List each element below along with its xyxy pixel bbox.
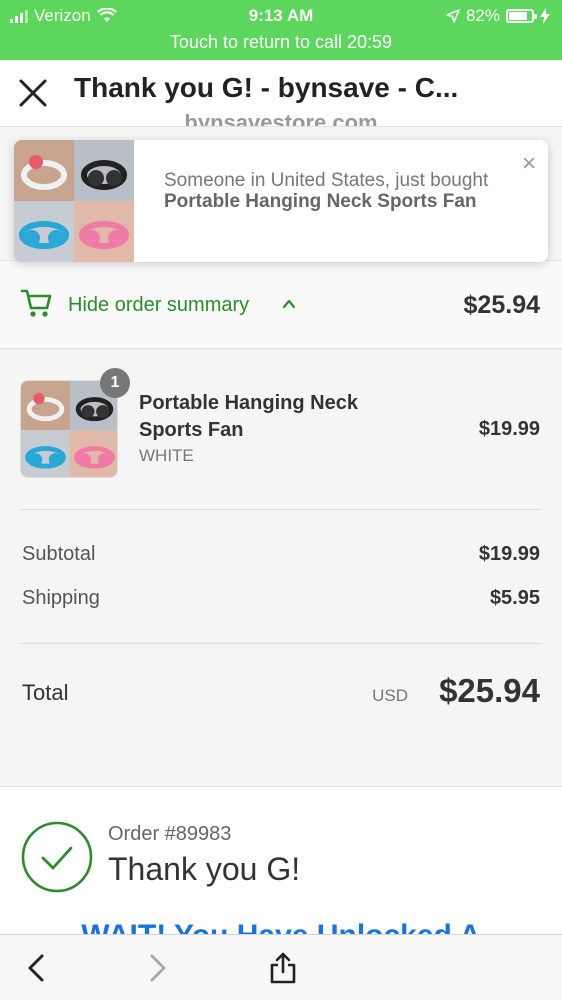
divider xyxy=(20,509,542,510)
summary-total: $25.94 xyxy=(463,291,540,319)
status-bar[interactable]: Verizon 9:13 AM 82% Touch to return to c… xyxy=(0,0,562,60)
quantity-badge: 1 xyxy=(100,368,130,398)
status-row: Verizon 9:13 AM 82% xyxy=(0,4,562,28)
location-arrow-icon xyxy=(446,9,460,23)
product-thumbnail xyxy=(14,140,134,262)
order-confirmation: Order #89983 Thank you G! WAIT! You Have… xyxy=(0,786,562,937)
battery-fill xyxy=(509,12,527,20)
product-image-graphic xyxy=(21,381,117,477)
line-item: 1 Portable Hanging Neck Sports Fan WHITE… xyxy=(0,350,562,510)
return-to-call-banner[interactable]: Touch to return to call 20:59 xyxy=(0,32,562,53)
total-currency: USD xyxy=(372,686,408,705)
popup-close-icon[interactable]: × xyxy=(522,150,536,178)
close-icon[interactable] xyxy=(16,76,50,110)
order-number: Order #89983 xyxy=(108,823,232,845)
total-value: $25.94 xyxy=(439,672,540,709)
subtotal-value: $19.99 xyxy=(478,543,540,565)
battery-icon xyxy=(506,9,537,23)
browser-header: Thank you G! - bynsave - C... bynsavesto… xyxy=(0,60,562,126)
chevron-up-icon xyxy=(282,299,296,309)
shipping-value: $5.95 xyxy=(489,587,540,609)
subtotal-label: Subtotal xyxy=(22,543,96,565)
back-arrow-icon[interactable] xyxy=(20,951,54,985)
thank-you-heading: Thank you G! xyxy=(108,851,301,887)
popup-message-text: Someone in United States, just bought xyxy=(164,170,489,191)
cart-icon xyxy=(20,289,52,317)
browser-toolbar xyxy=(0,934,562,1000)
share-icon[interactable] xyxy=(266,951,300,985)
order-summary-toggle[interactable]: Hide order summary $25.94 xyxy=(0,260,562,349)
hide-order-summary-label[interactable]: Hide order summary xyxy=(68,294,249,317)
check-circle-icon xyxy=(21,821,93,893)
forward-arrow-icon[interactable] xyxy=(140,951,174,985)
product-image xyxy=(20,380,118,478)
battery-group: 82% xyxy=(446,6,550,26)
popup-message: Someone in United States, just bought Po… xyxy=(164,170,494,212)
product-price: $19.99 xyxy=(478,418,540,440)
page-title: Thank you G! - bynsave - C... xyxy=(74,72,459,103)
charging-bolt-icon xyxy=(540,8,550,24)
total-label: Total xyxy=(22,680,69,705)
divider xyxy=(20,643,542,644)
shipping-label: Shipping xyxy=(22,587,100,609)
popup-product-name: Portable Hanging Neck Sports Fan xyxy=(164,191,477,212)
recent-purchase-popup[interactable]: Someone in United States, just bought Po… xyxy=(14,140,548,262)
battery-percent: 82% xyxy=(465,6,500,25)
product-variant: WHITE xyxy=(139,446,194,465)
page-url: bynsavestore.com xyxy=(184,110,378,126)
product-name: Portable Hanging Neck Sports Fan xyxy=(139,392,358,441)
